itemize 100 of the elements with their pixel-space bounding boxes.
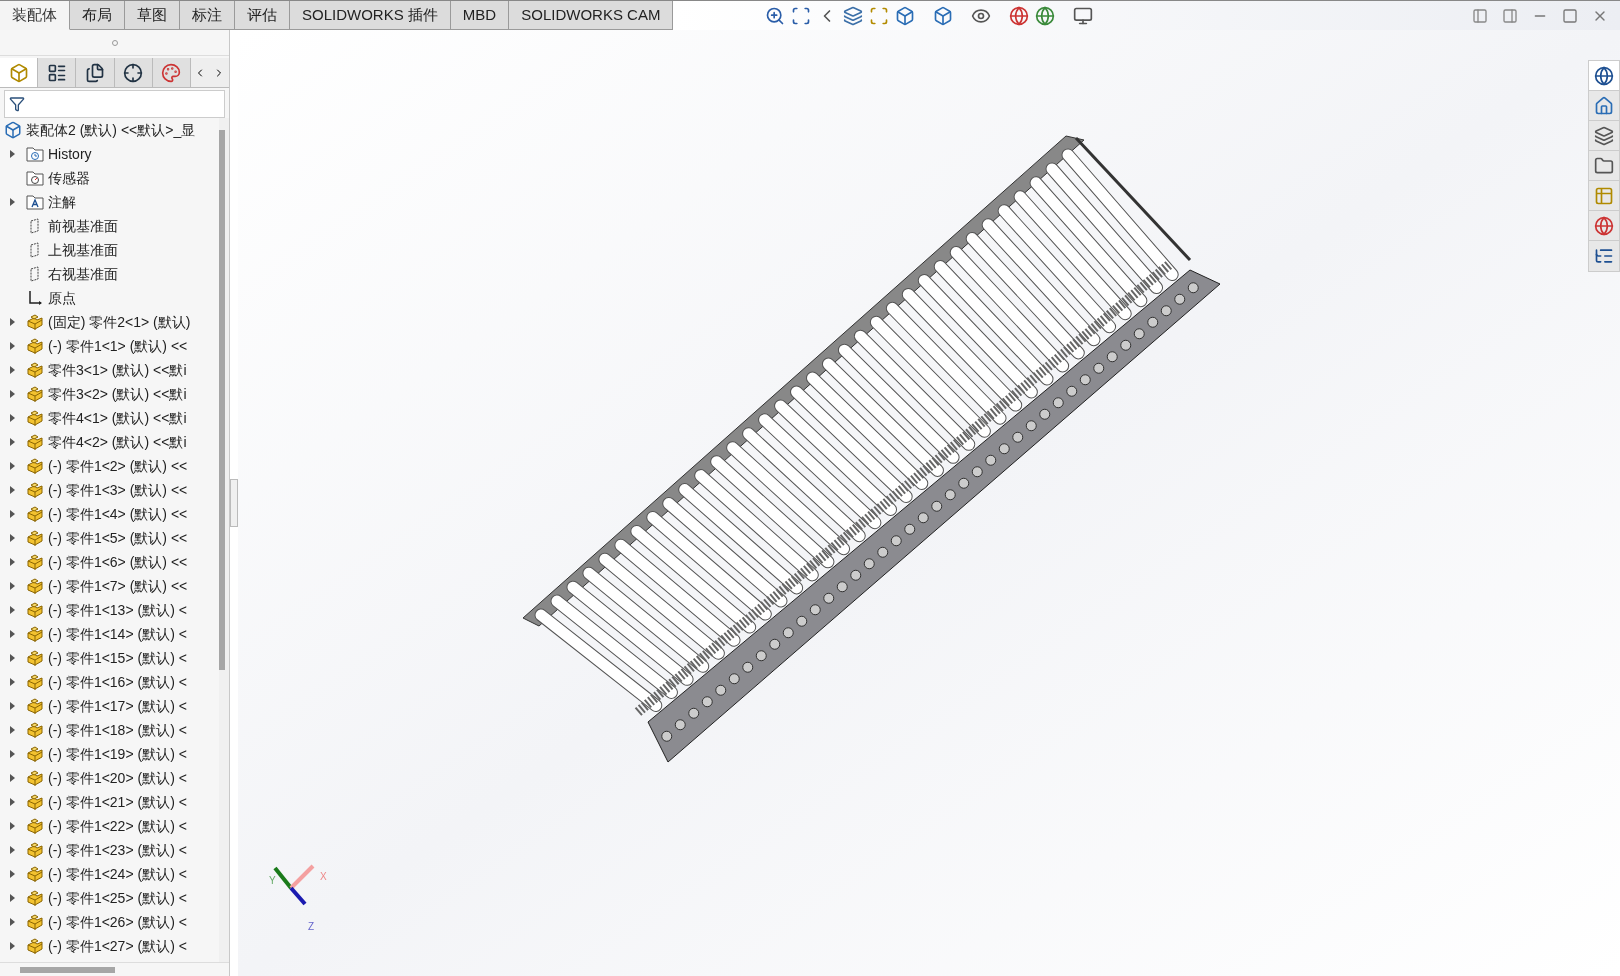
part-icon — [26, 673, 44, 691]
tree-item[interactable]: (-) 零件1<5> (默认) << — [0, 526, 219, 550]
restore-icon[interactable] — [1562, 7, 1578, 24]
tree-item[interactable]: (-) 零件1<23> (默认) < — [0, 838, 219, 862]
command-tab[interactable]: 评估 — [235, 1, 290, 30]
command-tab[interactable]: 布局 — [70, 1, 125, 30]
expand-arrow-icon[interactable] — [9, 462, 15, 470]
annotation-folder-icon — [26, 194, 44, 210]
expand-arrow-icon[interactable] — [9, 150, 15, 158]
tree-item[interactable]: 右视基准面 — [0, 262, 219, 286]
tree-item[interactable]: 装配体2 (默认) <<默认>_显 — [0, 118, 219, 142]
expand-arrow-icon[interactable] — [9, 678, 15, 686]
command-tab[interactable]: SOLIDWORKS CAM — [509, 1, 674, 30]
expand-arrow-icon[interactable] — [9, 342, 15, 350]
zoom-to-fit-icon[interactable] — [765, 5, 786, 26]
expand-arrow-icon[interactable] — [9, 318, 15, 326]
part-icon — [26, 361, 44, 379]
plane-icon — [28, 266, 42, 282]
expand-arrow-icon[interactable] — [9, 414, 15, 422]
tree-item[interactable]: (-) 零件1<13> (默认) < — [0, 598, 219, 622]
vertical-scrollbar[interactable] — [219, 130, 225, 670]
part-icon — [26, 337, 44, 355]
tile-left-icon[interactable] — [1472, 7, 1488, 24]
tree-item[interactable]: 零件3<2> (默认) <<默i — [0, 382, 219, 406]
expand-arrow-icon[interactable] — [9, 486, 15, 494]
tree-item[interactable]: (-) 零件1<16> (默认) < — [0, 670, 219, 694]
manager-tab[interactable] — [76, 58, 115, 87]
part-icon — [26, 793, 44, 811]
expand-arrow-icon[interactable] — [9, 750, 15, 758]
expand-arrow-icon[interactable] — [9, 654, 15, 662]
part-icon — [26, 697, 44, 715]
plane-icon — [28, 242, 42, 258]
tree-item[interactable]: (-) 零件1<15> (默认) < — [0, 646, 219, 670]
expand-arrow-icon[interactable] — [9, 366, 15, 374]
manager-tab[interactable] — [38, 58, 77, 87]
zoom-area-icon[interactable] — [791, 5, 812, 26]
expand-arrow-icon[interactable] — [9, 558, 15, 566]
tree-item[interactable]: 前视基准面 — [0, 214, 219, 238]
expand-arrow-icon[interactable] — [9, 942, 15, 950]
tree-item[interactable]: (-) 零件1<6> (默认) << — [0, 550, 219, 574]
tree-item[interactable]: (-) 零件1<24> (默认) < — [0, 862, 219, 886]
tree-item[interactable]: (-) 零件1<2> (默认) << — [0, 454, 219, 478]
tree-item[interactable]: (-) 零件1<22> (默认) < — [0, 814, 219, 838]
horizontal-scrollbar[interactable] — [20, 966, 115, 973]
expand-arrow-icon[interactable] — [9, 534, 15, 542]
tree-item[interactable]: (-) 零件1<26> (默认) < — [0, 910, 219, 934]
expand-arrow-icon[interactable] — [9, 822, 15, 830]
filter-field[interactable] — [4, 90, 225, 118]
view-orientation-icon[interactable] — [895, 5, 916, 26]
tree-item[interactable]: (-) 零件1<1> (默认) << — [0, 334, 219, 358]
tree-item[interactable]: 零件4<1> (默认) <<默i — [0, 406, 219, 430]
tree-item[interactable]: 传感器 — [0, 166, 219, 190]
tree-item[interactable]: 注解 — [0, 190, 219, 214]
tree-item[interactable]: 上视基准面 — [0, 238, 219, 262]
expand-arrow-icon[interactable] — [9, 582, 15, 590]
tree-item[interactable]: (-) 零件1<14> (默认) < — [0, 622, 219, 646]
command-tab[interactable]: SOLIDWORKS 插件 — [290, 1, 451, 30]
tree-item[interactable]: 零件3<1> (默认) <<默i — [0, 358, 219, 382]
tree-item[interactable]: (-) 零件1<19> (默认) < — [0, 742, 219, 766]
tree-item[interactable]: (-) 零件1<4> (默认) << — [0, 502, 219, 526]
tree-item[interactable]: (固定) 零件2<1> (默认) — [0, 310, 219, 334]
tree-item[interactable]: (-) 零件1<25> (默认) < — [0, 886, 219, 910]
tree-item[interactable]: History — [0, 142, 219, 166]
expand-arrow-icon[interactable] — [9, 870, 15, 878]
command-tab[interactable]: 装配体 — [0, 1, 70, 30]
tree-item[interactable]: (-) 零件1<7> (默认) << — [0, 574, 219, 598]
expand-arrow-icon[interactable] — [9, 630, 15, 638]
tree-item[interactable]: (-) 零件1<17> (默认) < — [0, 694, 219, 718]
expand-arrow-icon[interactable] — [9, 894, 15, 902]
expand-arrow-icon[interactable] — [9, 438, 15, 446]
tree-item[interactable]: 零件4<2> (默认) <<默i — [0, 430, 219, 454]
command-tab[interactable]: 草图 — [125, 1, 180, 30]
crosshair-icon — [123, 62, 144, 83]
expand-arrow-icon[interactable] — [9, 390, 15, 398]
command-tab[interactable]: MBD — [450, 1, 510, 30]
tree-item[interactable]: (-) 零件1<27> (默认) < — [0, 934, 219, 958]
expand-arrow-icon[interactable] — [9, 798, 15, 806]
globe-icon — [1594, 65, 1614, 86]
command-tab[interactable]: 标注 — [180, 1, 235, 30]
display-style-icon[interactable] — [933, 5, 954, 26]
tree-item[interactable]: (-) 零件1<20> (默认) < — [0, 766, 219, 790]
manager-tab[interactable] — [114, 58, 153, 87]
tree-item[interactable]: (-) 零件1<3> (默认) << — [0, 478, 219, 502]
part-icon — [26, 913, 44, 931]
resources-tab[interactable] — [1589, 61, 1619, 91]
tile-right-icon[interactable] — [1502, 7, 1518, 24]
tree-item[interactable]: 原点 — [0, 286, 219, 310]
expand-arrow-icon[interactable] — [9, 918, 15, 926]
expand-arrow-icon[interactable] — [9, 702, 15, 710]
expand-arrow-icon[interactable] — [9, 774, 15, 782]
tree-item[interactable]: (-) 零件1<21> (默认) < — [0, 790, 219, 814]
view-settings-icon[interactable] — [1073, 5, 1094, 26]
panel-splitter-handle[interactable] — [230, 479, 238, 527]
expand-arrow-icon[interactable] — [9, 726, 15, 734]
expand-arrow-icon[interactable] — [9, 510, 15, 518]
folder-icon — [1594, 155, 1614, 176]
expand-arrow-icon[interactable] — [9, 606, 15, 614]
expand-arrow-icon[interactable] — [9, 846, 15, 854]
tree-item[interactable]: (-) 零件1<18> (默认) < — [0, 718, 219, 742]
expand-arrow-icon[interactable] — [9, 198, 15, 206]
